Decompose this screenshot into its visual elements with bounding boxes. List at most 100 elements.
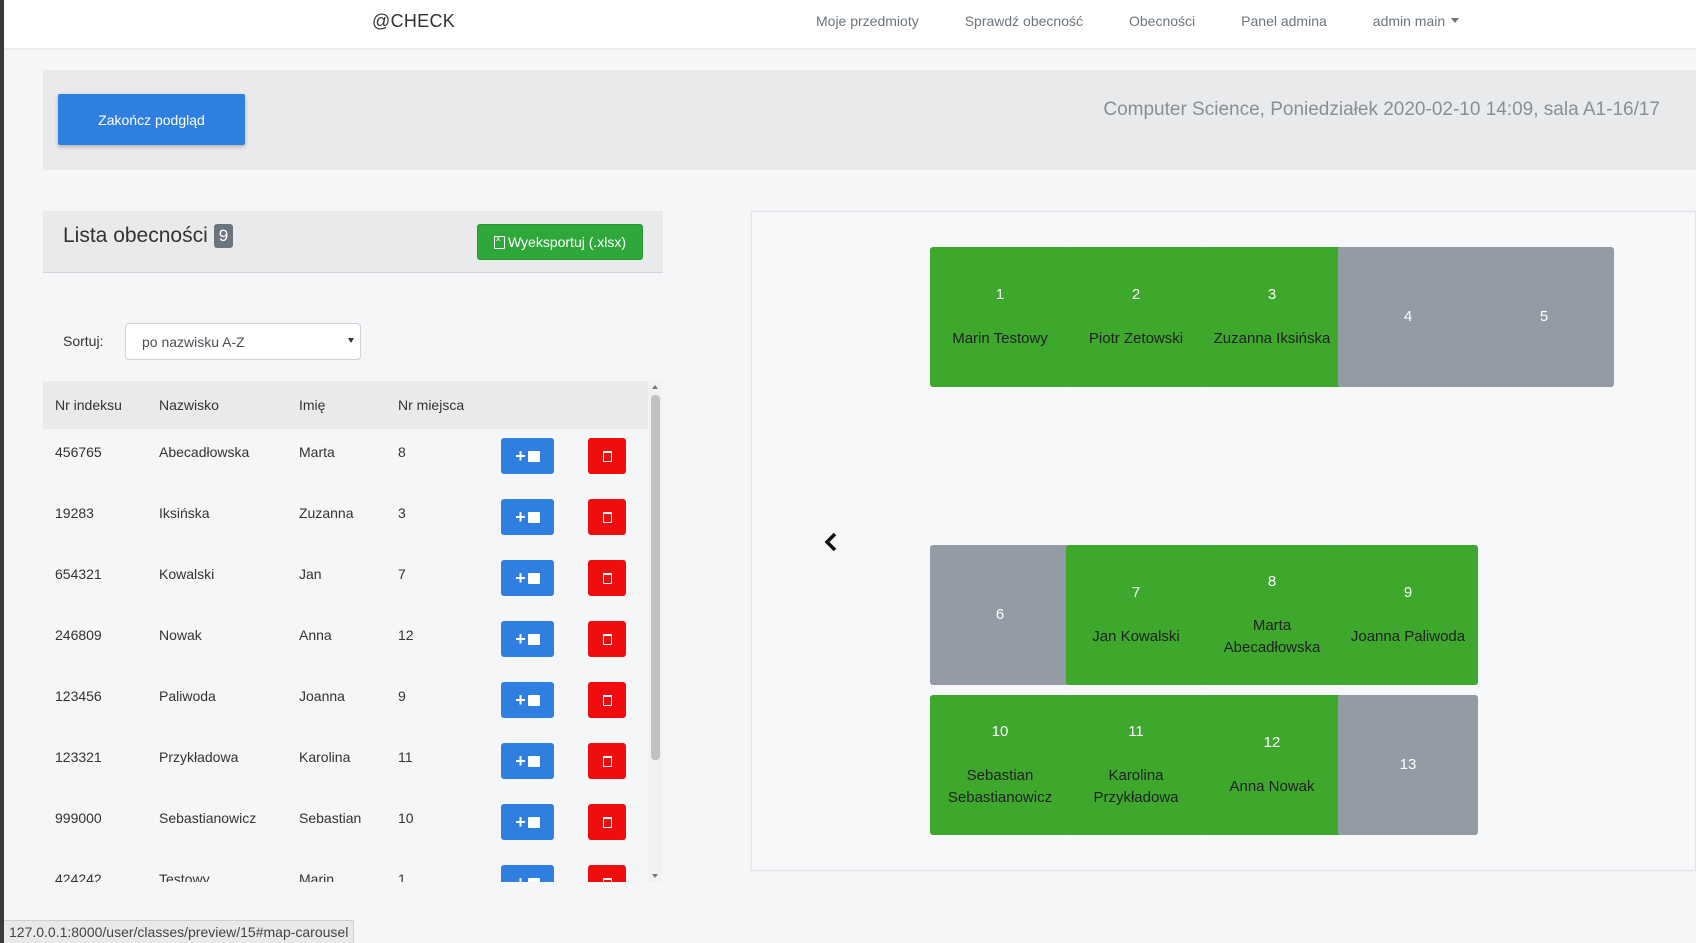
class-header: Zakończ podgląd Computer Science, Ponied… [43, 70, 1696, 170]
cell-add-action: + [489, 551, 576, 612]
delete-button[interactable] [588, 865, 626, 882]
trash-icon [602, 816, 612, 828]
seat-8[interactable]: 8 Marta Abecadłowska [1202, 545, 1342, 685]
delete-button[interactable] [588, 682, 626, 718]
cell-index: 456765 [55, 444, 102, 460]
delete-button[interactable] [588, 621, 626, 657]
scroll-down-icon[interactable] [652, 874, 658, 878]
user-menu-label: admin main [1372, 13, 1446, 29]
add-note-button[interactable]: + [501, 682, 554, 718]
add-note-button[interactable]: + [501, 743, 554, 779]
table-scrollbar[interactable] [648, 381, 662, 882]
trash-icon [602, 694, 612, 706]
cell-index: 654321 [55, 566, 102, 582]
seat-student-name: Jan Kowalski [1092, 628, 1180, 645]
cell-seat: 3 [398, 505, 406, 521]
nav-link-attendances[interactable]: Obecności [1129, 13, 1195, 29]
seat-number: 7 [1131, 584, 1141, 601]
add-note-button[interactable]: + [501, 865, 554, 882]
cell-delete-action [576, 734, 648, 795]
seat-number: 3 [1267, 286, 1277, 303]
scroll-up-icon[interactable] [652, 385, 658, 389]
add-note-button[interactable]: + [501, 560, 554, 596]
seat-number: 13 [1399, 756, 1417, 773]
scroll-thumb[interactable] [651, 395, 660, 760]
add-note-button[interactable]: + [501, 804, 554, 840]
seat-number: 10 [991, 723, 1009, 740]
delete-button[interactable] [588, 804, 626, 840]
brand-logo[interactable]: @CHECK [372, 11, 455, 32]
seat-10[interactable]: 10 Sebastian Sebastianowicz [930, 695, 1070, 835]
table-row: 999000 Sebastianowicz Sebastian 10 + [43, 795, 648, 856]
delete-button[interactable] [588, 438, 626, 474]
seat-6[interactable]: 6 [930, 545, 1070, 685]
seat-2[interactable]: 2 Piotr Zetowski [1066, 247, 1206, 387]
end-preview-button[interactable]: Zakończ podgląd [58, 94, 245, 145]
cell-seat: 10 [398, 810, 414, 826]
add-note-button[interactable]: + [501, 438, 554, 474]
plus-icon: + [515, 812, 526, 832]
export-xlsx-button[interactable]: Wyeksportuj (.xlsx) [477, 224, 643, 260]
cell-add-action: + [489, 673, 576, 734]
sort-select[interactable]: po nazwisku A-Z [125, 323, 361, 360]
seat-9[interactable]: 9 Joanna Paliwoda [1338, 545, 1478, 685]
cell-surname: Testowy [159, 871, 210, 882]
seat-5[interactable]: 5 [1474, 247, 1614, 387]
cell-surname: Przykładowa [159, 749, 239, 765]
nav-link-my-subjects[interactable]: Moje przedmioty [816, 13, 919, 29]
class-info: Computer Science, Poniedziałek 2020-02-1… [1103, 99, 1660, 120]
seat-11[interactable]: 11 Karolina Przykładowa [1066, 695, 1206, 835]
note-icon [527, 572, 540, 584]
delete-button[interactable] [588, 560, 626, 596]
attendance-table: Nr indeksu Nazwisko Imię Nr miejsca 4567… [43, 381, 648, 882]
seat-3[interactable]: 3 Zuzanna Iksińska [1202, 247, 1342, 387]
nav-link-admin-panel[interactable]: Panel admina [1241, 13, 1327, 29]
cell-seat: 7 [398, 566, 406, 582]
cell-name: Jan [299, 566, 322, 582]
plus-icon: + [515, 751, 526, 771]
cell-delete-action [576, 856, 648, 882]
seat-7[interactable]: 7 Jan Kowalski [1066, 545, 1206, 685]
table-row: 654321 Kowalski Jan 7 + [43, 551, 648, 612]
plus-icon: + [515, 690, 526, 710]
seat-13[interactable]: 13 [1338, 695, 1478, 835]
add-note-button[interactable]: + [501, 499, 554, 535]
user-menu-dropdown[interactable]: admin main [1372, 13, 1460, 29]
navbar: @CHECK Moje przedmioty Sprawdź obecność … [4, 0, 1696, 48]
trash-icon [602, 511, 612, 523]
plus-icon: + [515, 629, 526, 649]
cell-surname: Nowak [159, 627, 202, 643]
seat-number: 1 [995, 286, 1005, 303]
seat-1[interactable]: 1 Marin Testowy [930, 247, 1070, 387]
delete-button[interactable] [588, 499, 626, 535]
cell-index: 999000 [55, 810, 102, 826]
cell-surname: Kowalski [159, 566, 215, 582]
seat-12[interactable]: 12 Anna Nowak [1202, 695, 1342, 835]
cell-delete-action [576, 795, 648, 856]
delete-button[interactable] [588, 743, 626, 779]
attendance-table-container[interactable]: Nr indeksu Nazwisko Imię Nr miejsca 4567… [43, 381, 665, 882]
cell-index: 123456 [55, 688, 102, 704]
note-icon [527, 633, 540, 645]
cell-name: Zuzanna [299, 505, 354, 521]
seat-student-name: Marta Abecadłowska [1223, 617, 1321, 656]
cell-add-action: + [489, 734, 576, 795]
cell-surname: Abecadłowska [159, 444, 250, 460]
table-row: 19283 Iksińska Zuzanna 3 + [43, 490, 648, 551]
col-actions-add [489, 381, 576, 429]
add-note-button[interactable]: + [501, 621, 554, 657]
cell-name: Marin [299, 871, 335, 882]
cell-delete-action [576, 612, 648, 673]
export-button-label: Wyeksportuj (.xlsx) [507, 234, 627, 250]
col-surname: Nazwisko [147, 381, 287, 429]
seat-number: 4 [1403, 308, 1413, 325]
cell-surname: Sebastianowicz [159, 810, 257, 826]
cell-delete-action [576, 490, 648, 551]
chevron-left-icon[interactable] [824, 531, 838, 553]
col-name: Imię [287, 381, 386, 429]
cell-name: Joanna [299, 688, 345, 704]
seat-4[interactable]: 4 [1338, 247, 1478, 387]
nav-link-check-attendance[interactable]: Sprawdź obecność [965, 13, 1083, 29]
cell-delete-action [576, 673, 648, 734]
trash-icon [602, 755, 612, 767]
